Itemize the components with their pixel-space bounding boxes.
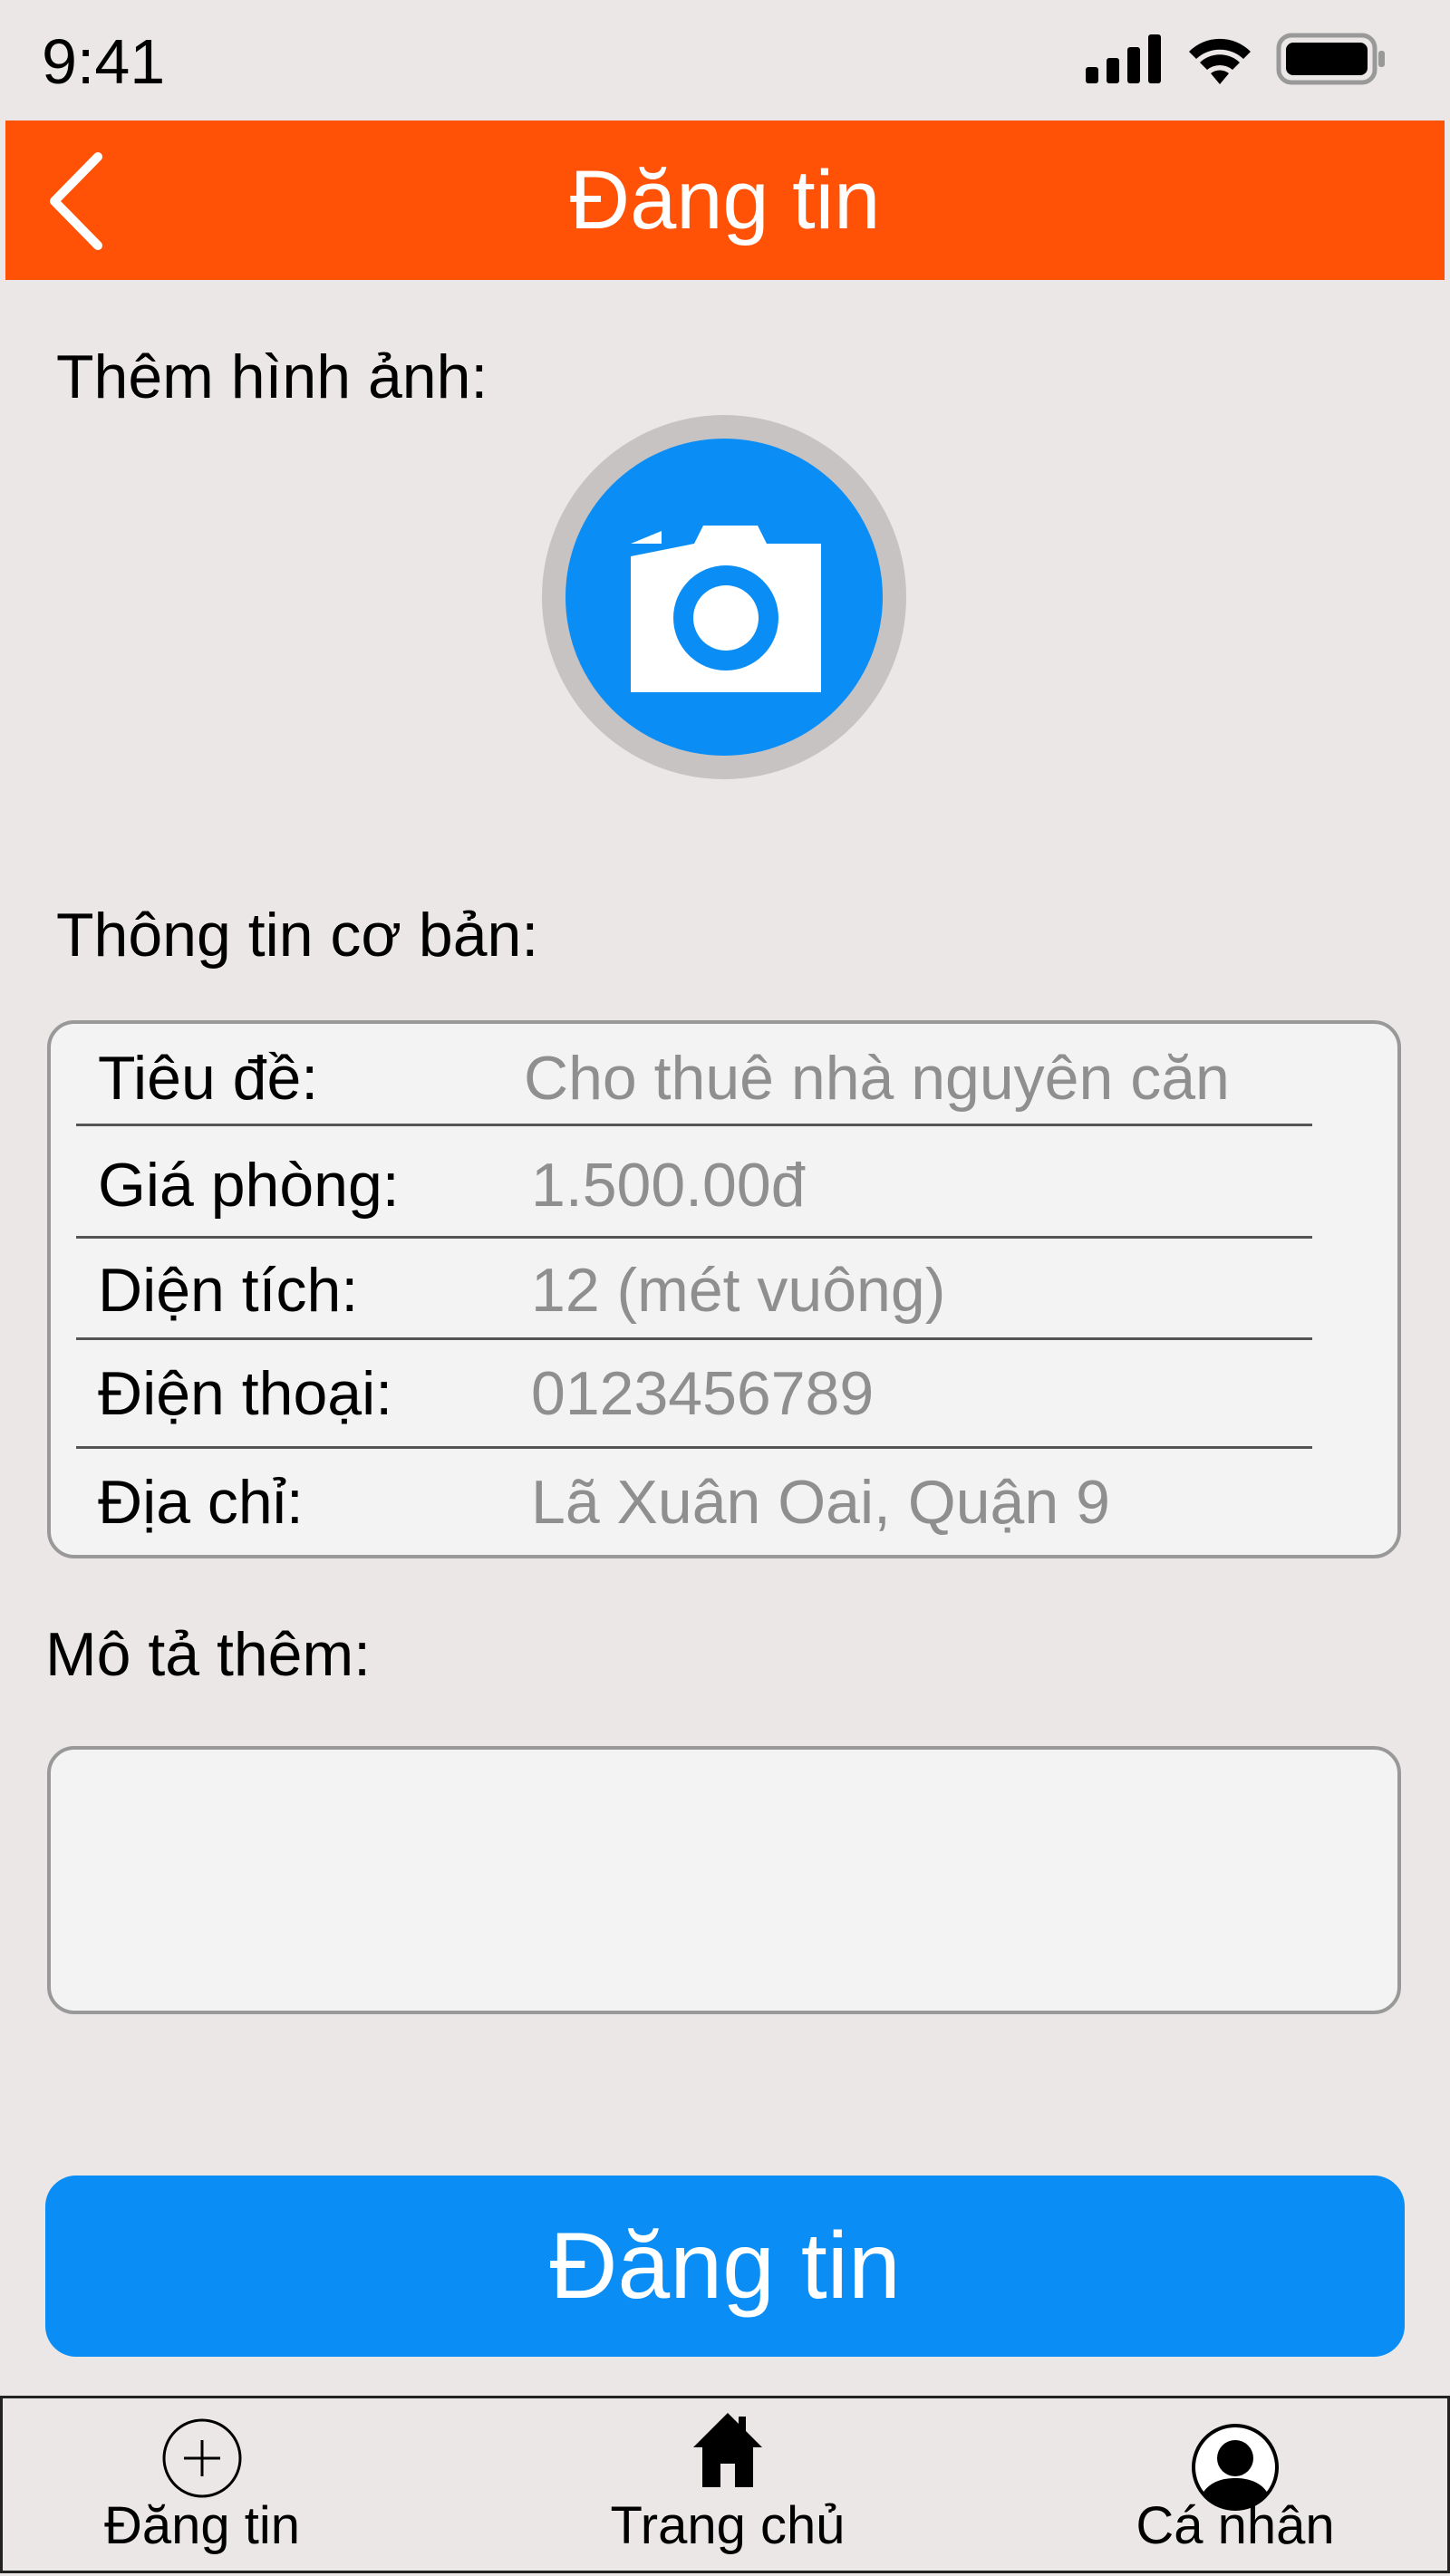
tab-post-label: Đăng tin — [103, 2496, 301, 2555]
wifi-icon — [1189, 38, 1251, 84]
price-field-label: Giá phòng: — [98, 1151, 400, 1220]
tab-home[interactable]: Trang chủ — [565, 2398, 891, 2576]
submit-post-button[interactable]: Đăng tin — [45, 2176, 1405, 2357]
signal-icon — [1086, 34, 1161, 83]
tab-post[interactable]: Đăng tin — [39, 2398, 365, 2576]
tab-profile[interactable]: Cá nhân — [1072, 2398, 1398, 2576]
basic-info-label: Thông tin cơ bản: — [56, 901, 539, 970]
tab-profile-label: Cá nhân — [1136, 2496, 1335, 2555]
status-icons — [1086, 33, 1387, 85]
status-time: 9:41 — [42, 26, 166, 97]
phone-field-label: Điện thoại: — [98, 1359, 393, 1428]
camera-icon — [631, 526, 821, 692]
title-field[interactable]: Cho thuê nhà nguyên căn — [524, 1042, 1230, 1114]
area-field-label: Diện tích: — [98, 1256, 359, 1325]
home-icon — [693, 2413, 762, 2487]
basic-info-form: Tiêu đề: Cho thuê nhà nguyên căn Giá phò… — [47, 1020, 1401, 1558]
divider — [76, 1446, 1312, 1449]
description-label: Mô tả thêm: — [45, 1620, 372, 1689]
area-field[interactable]: 12 (mét vuông) — [531, 1254, 945, 1327]
title-field-label: Tiêu đề: — [98, 1044, 319, 1113]
plus-circle-icon — [162, 2418, 242, 2498]
divider — [76, 1236, 1312, 1239]
add-photo-button[interactable] — [542, 415, 906, 779]
description-box — [47, 1746, 1401, 2014]
description-input[interactable] — [51, 1750, 1397, 2011]
phone-field[interactable]: 0123456789 — [531, 1357, 874, 1430]
divider — [76, 1124, 1312, 1126]
photo-section-label: Thêm hình ảnh: — [56, 343, 488, 411]
tab-bar: Đăng tin Trang chủ Cá nhân — [0, 2396, 1450, 2573]
address-field-label: Địa chỉ: — [98, 1468, 304, 1537]
tab-home-label: Trang chủ — [610, 2496, 846, 2555]
app-header: Đăng tin — [5, 121, 1445, 280]
page-title: Đăng tin — [569, 154, 881, 246]
price-field[interactable]: 1.500.00đ — [531, 1149, 806, 1221]
address-field[interactable]: Lã Xuân Oai, Quận 9 — [531, 1466, 1110, 1539]
battery-icon — [1276, 33, 1385, 85]
divider — [76, 1337, 1312, 1340]
